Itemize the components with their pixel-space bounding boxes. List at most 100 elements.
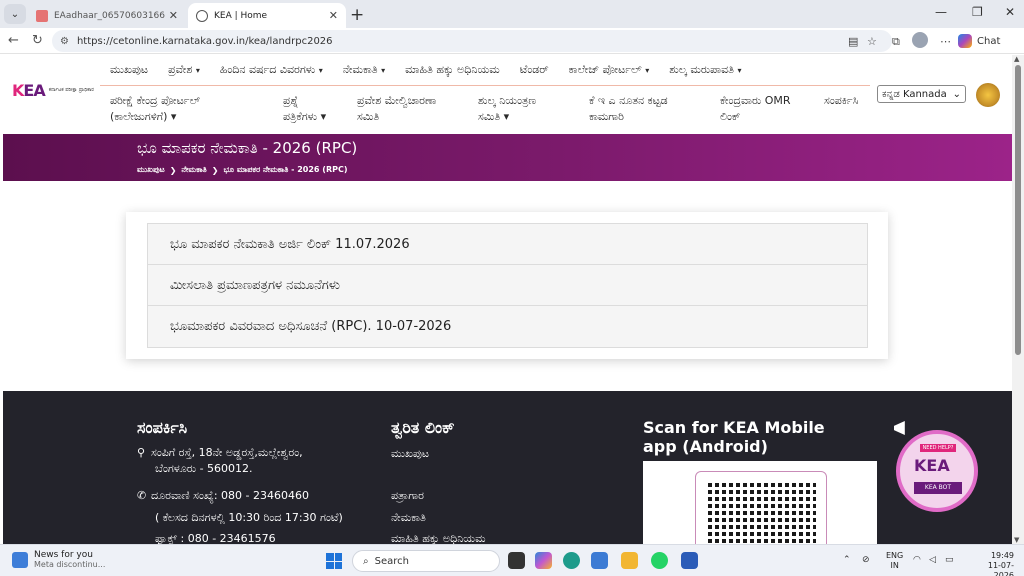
scrollbar-thumb[interactable] xyxy=(1015,65,1021,355)
windows-taskbar: News for you Meta discontinu... ⌕ Search… xyxy=(0,544,1024,576)
link-application[interactable]: ಭೂ ಮಾಪಕರ ನೇಮಕಾತಿ ಅರ್ಜಿ ಲಿಂಕ್ 11.07.2026 xyxy=(148,224,867,265)
scroll-down-icon[interactable]: ▼ xyxy=(1014,536,1019,544)
close-icon[interactable]: ✕ xyxy=(169,9,178,22)
taskbar-search[interactable]: ⌕ Search xyxy=(352,550,500,572)
site-header: KEA ಕರ್ನಾಟಕ ಪರೀಕ್ಷಾ ಪ್ರಾಧಿಕಾರ ಮುಖಪುಟ ಪ್ರ… xyxy=(0,55,1012,135)
nav-new-building[interactable]: ಕೆ ಇ ಎ ನೂತನ ಕಟ್ಟಡ ಕಾಮಗಾರಿ xyxy=(589,93,668,125)
tab-eaadhaar[interactable]: EAadhaar_0657060316659120190 ✕ xyxy=(28,3,186,28)
breadcrumb-recruitment[interactable]: ನೇಮಕಾತಿ xyxy=(181,165,206,175)
copilot-chat-button[interactable]: Chat xyxy=(958,31,1000,51)
maximize-button[interactable]: ❐ xyxy=(972,5,983,19)
taskbar-clock[interactable]: 19:49 11-07-2026 xyxy=(968,551,1014,576)
chevron-down-icon: ▾ xyxy=(195,66,200,75)
copilot-app-icon[interactable] xyxy=(535,552,552,569)
nav-admission[interactable]: ಪ್ರವೇಶ ▾ xyxy=(168,63,200,77)
bookmark-star-icon[interactable]: ☆ xyxy=(867,35,877,48)
chevron-down-icon: ▾ xyxy=(318,66,323,75)
nav-fee-regulation[interactable]: ಶುಲ್ಕ ನಿಯಂತ್ರಣ ಸಮಿತಿ ▾ xyxy=(478,93,536,125)
reader-mode-icon[interactable]: ▤ xyxy=(848,35,858,48)
kea-bot-button[interactable]: NEED HELP? KEA KEA BOT xyxy=(896,430,978,512)
news-widget[interactable]: News for you Meta discontinu... xyxy=(12,550,105,569)
quick-link-home[interactable]: ಮುಖಪುಟ xyxy=(391,446,429,461)
news-title: News for you xyxy=(34,550,93,560)
whatsapp-icon[interactable] xyxy=(651,552,668,569)
quick-links-heading: ತ್ವರಿತ ಲಿಂಕ್ xyxy=(391,418,455,437)
url-text: https://cetonline.karnataka.gov.in/kea/l… xyxy=(76,35,333,47)
chevron-down-icon: ⌄ xyxy=(952,88,961,100)
tab-search-button[interactable]: ⌄ xyxy=(4,4,26,24)
window-close-button[interactable]: ✕ xyxy=(1005,5,1015,19)
address-line-2: ಬೆಂಗಳೂರು - 560012. xyxy=(155,462,253,475)
nav-previous-years[interactable]: ಹಿಂದಿನ ವರ್ಷದ ವಿವರಗಳು ▾ xyxy=(220,63,323,77)
link-reservation-forms[interactable]: ಮೀಸಲಾತಿ ಪ್ರಮಾಣಪತ್ರಗಳ ನಮೂನೆಗಳು xyxy=(148,265,867,306)
tab-groups-icon[interactable]: ⧉ xyxy=(892,35,900,49)
link-detailed-notification[interactable]: ಭೂಮಾಪಕರ ವಿವರವಾದ ಅಧಿಸೂಚನೆ (RPC). 10-07-20… xyxy=(148,306,867,347)
minimize-button[interactable]: — xyxy=(935,5,947,19)
tab-kea-home[interactable]: KEA | Home ✕ xyxy=(188,3,346,28)
nav-question-papers[interactable]: ಪ್ರಶ್ನೆ ಪತ್ರಿಕೆಗಳು ▾ xyxy=(283,93,326,125)
nav-tender[interactable]: ಟೆಂಡರ್ xyxy=(520,63,549,77)
page-title: ಭೂ ಮಾಪಕರ ನೇಮಕಾತಿ - 2026 (RPC) xyxy=(137,139,358,157)
battery-icon[interactable]: ▭ xyxy=(945,555,954,565)
links-list: ಭೂ ಮಾಪಕರ ನೇಮಕಾತಿ ಅರ್ಜಿ ಲಿಂಕ್ 11.07.2026 … xyxy=(147,223,868,348)
qr-frame xyxy=(695,471,827,551)
address-bar[interactable]: ⚙ https://cetonline.karnataka.gov.in/kea… xyxy=(52,30,892,52)
wifi-icon[interactable]: ◠ xyxy=(913,555,921,565)
karnataka-emblem-icon xyxy=(976,83,1000,107)
breadcrumb: ಮುಖಪುಟ ❯ ನೇಮಕಾತಿ ❯ ಭೂ ಮಾಪಕರ ನೇಮಕಾತಿ - 20… xyxy=(137,165,348,175)
page-scrollbar[interactable]: ▲ ▼ xyxy=(1012,55,1024,544)
nav-contact[interactable]: ಸಂಪರ್ಕಿಸಿ xyxy=(824,93,858,109)
pdf-icon xyxy=(36,9,48,22)
page-banner: ಭೂ ಮಾಪಕರ ನೇಮಕಾತಿ - 2026 (RPC) ಮುಖಪುಟ ❯ ನ… xyxy=(3,134,1012,181)
reload-icon[interactable]: ↻ xyxy=(32,33,43,48)
nav-college-portal[interactable]: ಕಾಲೇಜ್ ಪೋರ್ಟಲ್ ▾ xyxy=(569,63,650,77)
profile-avatar[interactable] xyxy=(912,32,928,48)
new-tab-button[interactable]: + xyxy=(350,5,364,25)
nav-rti[interactable]: ಮಾಹಿತಿ ಹಕ್ಕು ಅಧಿನಿಯಮ xyxy=(405,63,500,77)
scroll-up-icon[interactable]: ▲ xyxy=(1014,55,1019,63)
nav-omr-link[interactable]: ಕೇಂದ್ರವಾರು OMR ಲಿಂಕ್ xyxy=(720,93,791,125)
file-explorer-icon[interactable] xyxy=(621,552,638,569)
close-icon[interactable]: ✕ xyxy=(329,9,338,22)
language-select[interactable]: ಕನ್ನಡ Kannada ⌄ xyxy=(877,85,966,103)
quick-link-archive[interactable]: ಪತ್ರಾಗಾರ xyxy=(391,488,424,503)
qr-panel xyxy=(643,461,877,551)
site-footer: ಸಂಪರ್ಕಿಸಿ ⚲ ಸಂಪಿಗೆ ರಸ್ತೆ, 18ನೇ ಅಡ್ಡರಸ್ತೆ,… xyxy=(3,391,1012,551)
breadcrumb-home[interactable]: ಮುಖಪುಟ xyxy=(137,165,165,175)
input-language[interactable]: ENG IN xyxy=(886,551,903,571)
nav-fee-refund[interactable]: ಶುಲ್ಕ ಮರುಪಾವತಿ ▾ xyxy=(669,63,741,77)
browser-tab-strip: ⌄ EAadhaar_0657060316659120190 ✕ KEA | H… xyxy=(0,0,1024,28)
volume-icon[interactable]: ◁ xyxy=(929,555,936,565)
nav-recruitment[interactable]: ನೇಮಕಾತಿ ▾ xyxy=(343,63,385,77)
scan-heading: Scan for KEA Mobile app (Android) xyxy=(643,418,825,456)
nav-admission-oversight[interactable]: ಪ್ರವೇಶ ಮೇಲ್ವಿಚಾರಣಾ ಸಮಿತಿ xyxy=(357,93,436,125)
nav-home[interactable]: ಮುಖಪುಟ xyxy=(110,63,148,77)
breadcrumb-current: ಭೂ ಮಾಪಕರ ನೇಮಕಾತಿ - 2026 (RPC) xyxy=(223,165,348,174)
kea-bot-logo: KEA xyxy=(914,456,950,475)
more-menu-icon[interactable]: ⋯ xyxy=(940,35,951,48)
site-info-icon[interactable]: ⚙ xyxy=(60,36,69,47)
back-icon[interactable]: ← xyxy=(8,33,19,48)
chevron-down-icon: ▾ xyxy=(381,66,386,75)
windows-start-icon[interactable] xyxy=(326,553,342,569)
quick-link-recruitment[interactable]: ನೇಮಕಾತಿ xyxy=(391,510,426,525)
news-subtitle: Meta discontinu... xyxy=(34,560,106,569)
hours-line: ( ಕೆಲಸದ ದಿನಗಳಲ್ಲಿ 10:30 ರಿಂದ 17:30 ಗಂಟೆ) xyxy=(155,511,343,524)
qr-code[interactable] xyxy=(708,482,816,546)
tray-app-icon[interactable]: ⊘ xyxy=(862,555,870,565)
task-view-icon[interactable] xyxy=(508,552,525,569)
chrome-icon[interactable] xyxy=(591,552,608,569)
kea-logo[interactable]: KEA ಕರ್ನಾಟಕ ಪರೀಕ್ಷಾ ಪ್ರಾಧಿಕಾರ xyxy=(12,81,99,100)
search-icon: ⌕ xyxy=(363,555,369,567)
chevron-right-icon: ❯ xyxy=(211,165,219,175)
chevron-right-icon: ❯ xyxy=(169,165,177,175)
tab-title: EAadhaar_0657060316659120190 xyxy=(54,10,165,21)
edge-browser-icon[interactable] xyxy=(563,552,580,569)
word-icon[interactable] xyxy=(681,552,698,569)
tray-chevron-icon[interactable]: ⌃ xyxy=(843,555,851,565)
megaphone-icon xyxy=(894,421,905,435)
nav-exam-centre-portal[interactable]: ಪರೀಕ್ಷೆ ಕೇಂದ್ರ ಪೋರ್ಟಲ್ (ಕಾಲೇಜುಗಳಿಗೆ) ▾ xyxy=(110,93,200,125)
globe-icon xyxy=(196,9,208,22)
address-line: ⚲ ಸಂಪಿಗೆ ರಸ್ತೆ, 18ನೇ ಅಡ್ಡರಸ್ತೆ,ಮಲ್ಲೇಶ್ವರಂ… xyxy=(137,446,303,459)
logo-subtitle: ಕರ್ನಾಟಕ ಪರೀಕ್ಷಾ ಪ್ರಾಧಿಕಾರ xyxy=(48,87,94,93)
